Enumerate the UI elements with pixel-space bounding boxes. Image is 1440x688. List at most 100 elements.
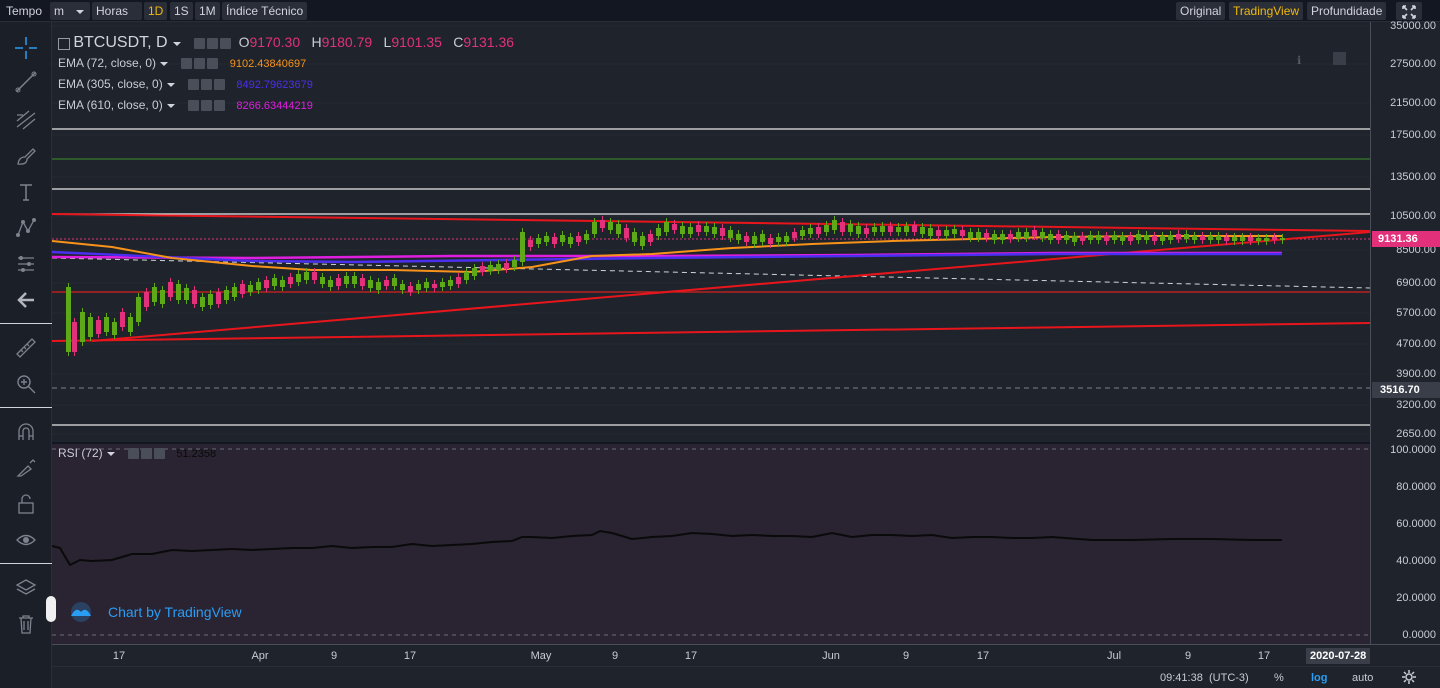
candle-body [808,228,813,234]
indicator-name[interactable]: EMA (305, close, 0) [58,77,163,91]
chevron-down-icon[interactable] [106,451,115,456]
candle-body [512,260,517,267]
info-icon[interactable]: ℹ [1297,55,1301,67]
zoom-icon[interactable] [12,370,40,398]
indicator-value: 8266.63444219 [236,100,313,112]
candle-body [1208,236,1213,240]
gear-icon[interactable] [1402,670,1416,688]
eye-icon[interactable] [128,448,140,460]
lock-draw-icon[interactable] [12,454,40,482]
close-icon[interactable] [214,79,226,91]
candle-body [560,235,565,242]
gear-icon[interactable] [207,38,219,50]
log-toggle[interactable]: log [1311,672,1328,684]
tradingview-watermark[interactable]: Chart by TradingView [66,602,242,622]
candle-body [688,227,693,234]
price-tick: 3900.00 [1396,368,1436,380]
time-axis[interactable]: 17 Apr 9 17 May 9 17 Jun 9 17 Jul 9 17 2… [52,644,1440,666]
close-icon[interactable] [154,448,166,460]
fullscreen-icon[interactable] [1396,2,1422,20]
minutes-dropdown[interactable]: m [50,2,90,20]
trendline-icon[interactable] [12,68,40,96]
candle-body [456,277,461,284]
eye-icon[interactable] [188,100,200,112]
gear-icon[interactable] [141,448,153,460]
eye-icon[interactable] [188,79,200,91]
indicator-name[interactable]: EMA (72, close, 0) [58,56,156,70]
indicator-name[interactable]: RSI (72) [58,446,103,460]
eye-icon[interactable] [181,58,193,70]
hours-dropdown[interactable]: Horas [92,2,142,32]
gear-icon[interactable] [201,79,213,91]
candle-body [1112,235,1117,240]
interval-1m-button[interactable]: 1M [195,2,220,20]
prediction-icon[interactable] [12,250,40,278]
ruler-icon[interactable] [12,334,40,362]
brush-icon[interactable] [12,142,40,170]
view-original-tab[interactable]: Original [1176,2,1226,20]
candle-body [1160,236,1165,241]
price-tick: 13500.00 [1390,171,1436,183]
indicators-button[interactable]: Índice Técnico [222,2,308,20]
unlock-icon[interactable] [12,490,40,518]
crosshair-icon[interactable] [12,34,40,62]
candle-body [464,272,469,280]
timezone[interactable]: (UTC-3) [1209,672,1249,684]
back-arrow-icon[interactable] [12,286,40,314]
candle-body [208,294,213,305]
candle-body [864,228,869,234]
rsi-pane[interactable]: RSI (72) 51.2358 Chart by TradingView [46,444,1370,644]
layers-icon[interactable] [12,574,40,602]
close-label: C [453,34,464,50]
candle-body [176,284,181,300]
chevron-down-icon[interactable] [166,103,175,108]
price-tick: 21500.00 [1390,97,1436,109]
price-tick: 6900.00 [1396,277,1436,289]
view-tradingview-tab[interactable]: TradingView [1229,2,1304,20]
text-icon[interactable] [12,178,40,206]
candle-body [104,317,109,332]
close-icon[interactable] [207,58,219,70]
candle-body [536,238,541,244]
gear-icon[interactable] [201,100,213,112]
close-icon[interactable] [214,100,226,112]
magnet-icon[interactable] [12,418,40,446]
fib-icon[interactable] [12,106,40,134]
interval-1d-button[interactable]: 1D [144,2,168,20]
auto-toggle[interactable]: auto [1352,672,1373,684]
price-chart-pane[interactable]: ℹ BTCUSDT, D O9170.30 H9180.79 L9101.35 … [52,22,1370,442]
candle-body [888,226,893,232]
trash-icon[interactable] [12,610,40,638]
chevron-down-icon[interactable] [166,82,175,87]
candle-body [384,280,389,286]
eye-icon[interactable] [194,38,206,50]
collapse-legend-icon[interactable] [58,37,70,50]
candle-body [152,287,157,302]
close-icon[interactable] [1333,52,1346,65]
low-value: 9101.35 [391,34,442,50]
gear-icon[interactable] [194,58,206,70]
candle-body [1016,232,1021,238]
interval-1s-button[interactable]: 1S [170,2,193,20]
candle-body [352,276,357,284]
close-icon[interactable] [220,38,232,50]
collapse-handle[interactable] [46,596,56,622]
chevron-down-icon[interactable] [172,41,181,46]
percent-toggle[interactable]: % [1274,672,1284,684]
trendline[interactable] [52,213,1370,232]
rsi-tick: 20.0000 [1396,592,1436,604]
indicator-name[interactable]: EMA (610, close, 0) [58,98,163,112]
price-scale[interactable]: 35000.00 27500.00 21500.00 17500.00 1350… [1370,20,1440,644]
view-depth-tab[interactable]: Profundidade [1307,2,1387,20]
candle-body [608,222,613,230]
candle-body [320,277,325,284]
candle-body [1048,234,1053,240]
rsi-tick: 100.0000 [1390,444,1436,456]
chevron-down-icon[interactable] [160,61,169,66]
pattern-icon[interactable] [12,214,40,242]
trendline[interactable] [52,322,1370,342]
candle-body [1184,234,1189,239]
candle-body [872,227,877,232]
eye-icon[interactable] [12,526,40,554]
symbol-label[interactable]: BTCUSDT, D [73,34,167,51]
